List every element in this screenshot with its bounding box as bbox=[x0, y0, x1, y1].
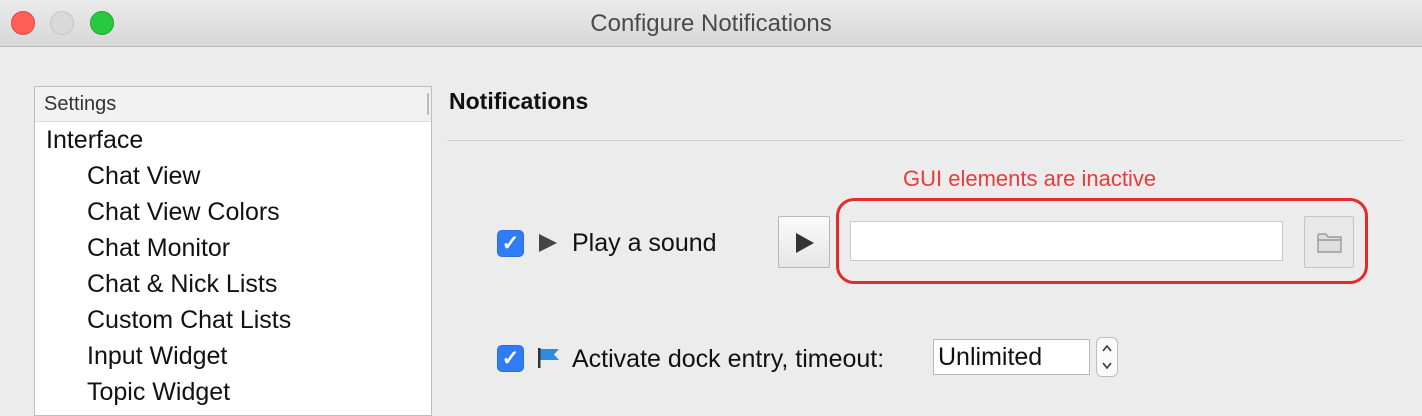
dock-entry-label: Activate dock entry, timeout: bbox=[572, 345, 885, 373]
timeout-stepper[interactable] bbox=[1096, 337, 1118, 377]
title-bar: Configure Notifications bbox=[0, 0, 1422, 47]
settings-tree-header[interactable]: Settings bbox=[35, 87, 431, 122]
tree-item-input-widget[interactable]: Input Widget bbox=[35, 338, 431, 374]
sound-file-input[interactable] bbox=[850, 221, 1283, 261]
tree-item-chat-view[interactable]: Chat View bbox=[35, 158, 431, 194]
chevron-up-icon[interactable] bbox=[1102, 344, 1112, 352]
play-icon bbox=[796, 233, 814, 253]
tree-item-chat-monitor[interactable]: Chat Monitor bbox=[35, 230, 431, 266]
dock-entry-checkbox[interactable]: ✓ bbox=[497, 345, 524, 372]
timeout-input[interactable]: Unlimited bbox=[933, 339, 1090, 375]
play-sound-button[interactable] bbox=[778, 216, 830, 268]
window-title: Configure Notifications bbox=[590, 10, 832, 37]
tree-item-custom-chat-lists[interactable]: Custom Chat Lists bbox=[35, 302, 431, 338]
tree-item-chat-nick-lists[interactable]: Chat & Nick Lists bbox=[35, 266, 431, 302]
folder-icon bbox=[1317, 233, 1342, 253]
annotation-text: GUI elements are inactive bbox=[903, 166, 1157, 191]
play-sound-checkbox[interactable]: ✓ bbox=[497, 230, 524, 257]
section-title: Notifications bbox=[449, 88, 589, 114]
play-sound-label: Play a sound bbox=[572, 229, 717, 257]
tree-item-interface[interactable]: Interface bbox=[35, 122, 431, 158]
flag-icon bbox=[538, 348, 559, 368]
divider bbox=[447, 140, 1403, 141]
tree-item-topic-widget[interactable]: Topic Widget bbox=[35, 374, 431, 410]
tree-item-chat-view-colors[interactable]: Chat View Colors bbox=[35, 194, 431, 230]
browse-sound-button[interactable] bbox=[1304, 216, 1354, 268]
play-icon bbox=[539, 234, 557, 252]
settings-tree[interactable]: Settings Interface Chat View Chat View C… bbox=[34, 86, 432, 416]
chevron-down-icon[interactable] bbox=[1102, 362, 1112, 370]
